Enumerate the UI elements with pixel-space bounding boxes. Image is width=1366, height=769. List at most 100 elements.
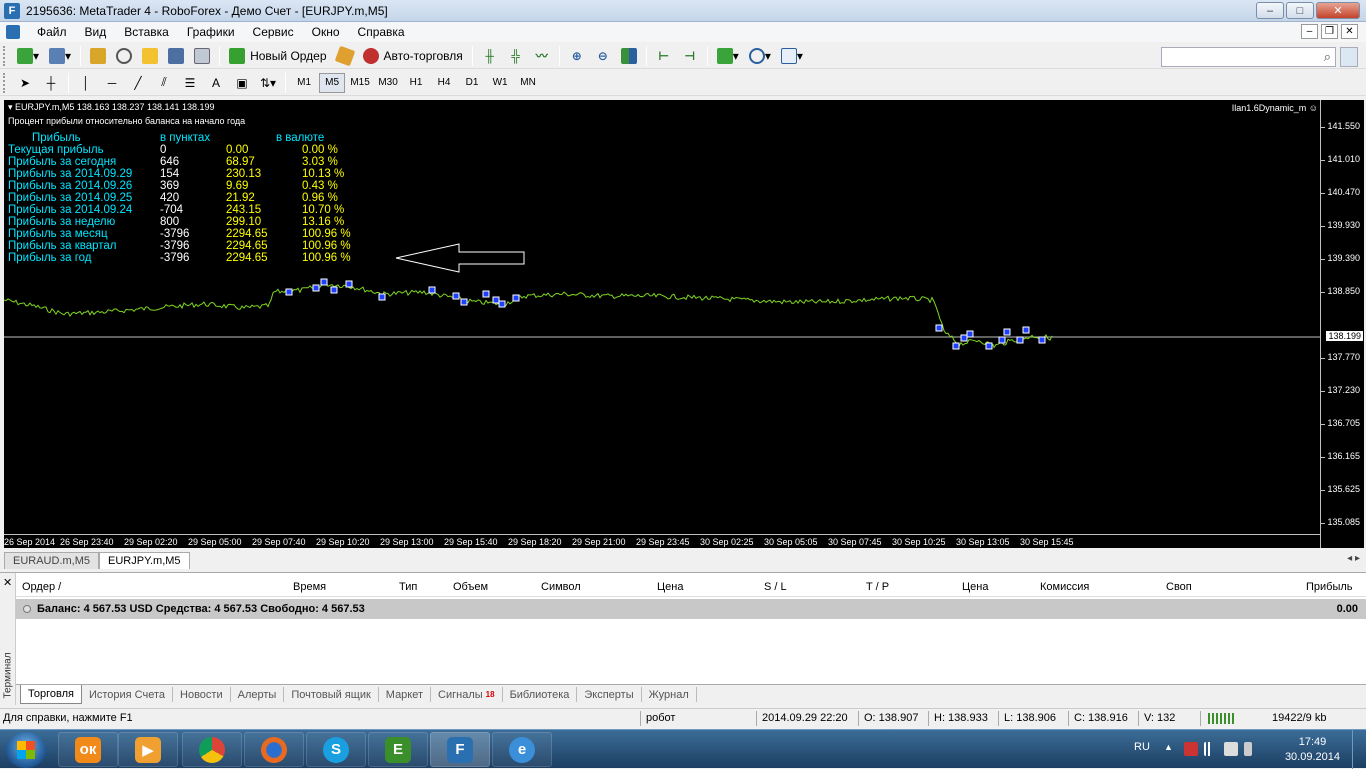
- tab-market[interactable]: Маркет: [379, 687, 432, 702]
- equidistant-channel-button[interactable]: ⫽: [153, 72, 175, 94]
- vertical-line-button[interactable]: │: [75, 72, 97, 94]
- taskbar-odnoklassniki[interactable]: ок: [58, 732, 118, 767]
- chart-tabs-scroll[interactable]: ◂ ▸: [1347, 553, 1360, 564]
- metaeditor-button[interactable]: [334, 45, 356, 67]
- market-watch-button[interactable]: [87, 45, 109, 67]
- tab-alerts[interactable]: Алерты: [231, 687, 285, 702]
- col-swap[interactable]: Своп: [1166, 581, 1192, 593]
- menu-view[interactable]: Вид: [76, 25, 116, 39]
- col-time[interactable]: Время: [293, 581, 326, 593]
- network-icon[interactable]: [1204, 742, 1218, 756]
- menu-tools[interactable]: Сервис: [244, 25, 303, 39]
- col-type[interactable]: Тип: [399, 581, 417, 593]
- timeframe-m1[interactable]: M1: [291, 73, 317, 93]
- templates-button[interactable]: ▾: [778, 45, 806, 67]
- language-indicator[interactable]: RU: [1134, 741, 1150, 753]
- line-chart-button[interactable]: 〰: [531, 45, 553, 67]
- system-clock[interactable]: 17:49 30.09.2014: [1285, 735, 1340, 765]
- chart-window-icon[interactable]: [6, 25, 20, 39]
- mdi-restore-button[interactable]: ❐: [1321, 24, 1338, 39]
- tab-library[interactable]: Библиотека: [503, 687, 578, 702]
- col-sl[interactable]: S / L: [764, 581, 787, 593]
- col-price-current[interactable]: Цена: [962, 581, 988, 593]
- toolbar-grip[interactable]: [3, 72, 8, 93]
- mdi-close-button[interactable]: ✕: [1341, 24, 1358, 39]
- col-symbol[interactable]: Символ: [541, 581, 581, 593]
- timeframe-mn[interactable]: MN: [515, 73, 541, 93]
- timeframe-m15[interactable]: M15: [347, 73, 373, 93]
- auto-scroll-button[interactable]: ⊢: [653, 45, 675, 67]
- battery-icon[interactable]: [1244, 742, 1252, 756]
- new-order-button[interactable]: Новый Ордер: [226, 45, 329, 67]
- col-order[interactable]: Ордер /: [22, 581, 61, 593]
- crosshair-button[interactable]: ┼: [40, 72, 62, 94]
- candle-chart-button[interactable]: ╬: [505, 45, 527, 67]
- search-input[interactable]: ⌕: [1161, 47, 1336, 67]
- menu-window[interactable]: Окно: [303, 25, 349, 39]
- mdi-minimize-button[interactable]: –: [1301, 24, 1318, 39]
- show-desktop-button[interactable]: [1352, 730, 1366, 769]
- trendline-button[interactable]: ╱: [127, 72, 149, 94]
- taskbar-skype[interactable]: S: [306, 732, 366, 767]
- close-button[interactable]: ✕: [1316, 2, 1360, 19]
- chart-shift-button[interactable]: ⊣: [679, 45, 701, 67]
- timeframe-h1[interactable]: H1: [403, 73, 429, 93]
- tab-mailbox[interactable]: Почтовый ящик: [284, 687, 379, 702]
- timeframe-d1[interactable]: D1: [459, 73, 485, 93]
- tab-journal[interactable]: Журнал: [642, 687, 697, 702]
- timeframe-m30[interactable]: M30: [375, 73, 401, 93]
- minimize-button[interactable]: –: [1256, 2, 1284, 19]
- navigator-button[interactable]: [139, 45, 161, 67]
- indicators-button[interactable]: ▾: [714, 45, 742, 67]
- maximize-button[interactable]: □: [1286, 2, 1314, 19]
- periods-button[interactable]: ▾: [746, 45, 774, 67]
- tab-signals[interactable]: Сигналы 18: [431, 687, 503, 702]
- profiles-button[interactable]: ▾: [46, 45, 74, 67]
- tab-experts[interactable]: Эксперты: [577, 687, 642, 702]
- terminal-button[interactable]: [165, 45, 187, 67]
- taskbar-evernote[interactable]: E: [368, 732, 428, 767]
- taskbar-chrome[interactable]: [182, 732, 242, 767]
- tab-account-history[interactable]: История Счета: [82, 687, 174, 702]
- col-price[interactable]: Цена: [657, 581, 683, 593]
- col-tp[interactable]: T / P: [866, 581, 889, 593]
- horizontal-line-button[interactable]: ─: [101, 72, 123, 94]
- community-button[interactable]: [1340, 47, 1358, 67]
- bar-chart-button[interactable]: ╫: [479, 45, 501, 67]
- zoom-out-button[interactable]: ⊖: [592, 45, 614, 67]
- chart-tab-eurjpy[interactable]: EURJPY.m,M5: [99, 552, 190, 569]
- menu-help[interactable]: Справка: [349, 25, 414, 39]
- menu-file[interactable]: Файл: [28, 25, 76, 39]
- show-hidden-icons-icon[interactable]: ▲: [1164, 742, 1173, 752]
- arrows-button[interactable]: ⇅▾: [257, 72, 279, 94]
- tab-trade[interactable]: Торговля: [20, 685, 82, 704]
- autotrading-button[interactable]: Авто-торговля: [360, 45, 466, 67]
- zoom-in-button[interactable]: ⊕: [566, 45, 588, 67]
- tile-windows-button[interactable]: [618, 45, 640, 67]
- connection-bars-icon[interactable]: [1208, 713, 1236, 724]
- timeframe-w1[interactable]: W1: [487, 73, 513, 93]
- text-button[interactable]: A: [205, 72, 227, 94]
- balance-row[interactable]: Баланс: 4 567.53 USD Средства: 4 567.53 …: [16, 599, 1366, 619]
- taskbar-media-player[interactable]: ▶: [118, 732, 178, 767]
- taskbar-metatrader[interactable]: F: [430, 732, 490, 767]
- tester-button[interactable]: [191, 45, 213, 67]
- search-icon[interactable]: ⌕: [1324, 49, 1331, 65]
- terminal-close-icon[interactable]: ✕: [3, 576, 12, 589]
- col-commission[interactable]: Комиссия: [1040, 581, 1089, 593]
- action-center-icon[interactable]: [1184, 742, 1198, 756]
- start-button[interactable]: [6, 732, 46, 768]
- tab-news[interactable]: Новости: [173, 687, 231, 702]
- menu-charts[interactable]: Графики: [178, 25, 244, 39]
- text-label-button[interactable]: ▣: [231, 72, 253, 94]
- chart-tab-euraud[interactable]: EURAUD.m,M5: [4, 552, 100, 569]
- col-volume[interactable]: Объем: [453, 581, 488, 593]
- new-chart-button[interactable]: ▾: [14, 45, 42, 67]
- toolbar-grip[interactable]: [3, 45, 8, 66]
- timeframe-m5[interactable]: M5: [319, 72, 346, 93]
- price-chart[interactable]: ▾ EURJPY.m,M5 138.163 138.237 138.141 13…: [4, 100, 1364, 548]
- data-window-button[interactable]: [113, 45, 135, 67]
- timeframe-h4[interactable]: H4: [431, 73, 457, 93]
- cursor-button[interactable]: ➤: [14, 72, 36, 94]
- taskbar-firefox[interactable]: [244, 732, 304, 767]
